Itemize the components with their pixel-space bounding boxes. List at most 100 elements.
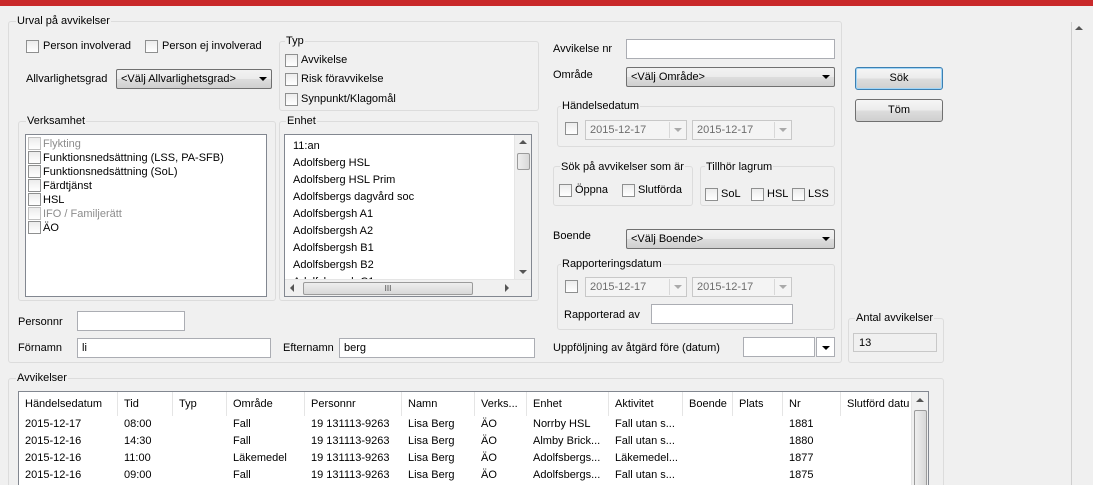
- calendar-dropdown-icon[interactable]: [669, 122, 685, 138]
- enhet-item[interactable]: Adolfsbergsh B1: [293, 241, 374, 255]
- allvarlighetsgrad-select[interactable]: <Välj Allvarlighetsgrad>: [116, 69, 272, 89]
- enhet-item[interactable]: Adolfsbergsh B2: [293, 258, 374, 272]
- lagrum-title: Tillhör lagrum: [705, 161, 774, 173]
- scroll-up-icon[interactable]: [519, 140, 527, 144]
- enhet-item[interactable]: Adolfsbergs dagvård soc: [293, 190, 414, 204]
- col-handelsedatum[interactable]: Händelsedatum: [19, 392, 118, 416]
- rapporteringsdatum-checkbox[interactable]: [565, 280, 578, 293]
- verksamhet-item[interactable]: HSL: [28, 193, 64, 207]
- col-personnr[interactable]: Personnr: [305, 392, 402, 416]
- hsl-checkbox[interactable]: [751, 188, 764, 201]
- verksamhet-checkbox[interactable]: [28, 137, 41, 150]
- table-row[interactable]: 2015-12-16 09:00 Fall 19 131113-9263 Lis…: [19, 467, 913, 484]
- rapporterad-av-input[interactable]: [651, 304, 793, 324]
- verksamhet-item[interactable]: Funktionsnedsättning (LSS, PA-SFB): [28, 151, 224, 165]
- cell-boende: [683, 433, 733, 450]
- enhet-item[interactable]: Adolfsberg HSL Prim: [293, 173, 395, 187]
- table-row[interactable]: 2015-12-16 14:30 Fall 19 131113-9263 Lis…: [19, 433, 913, 450]
- handelsedatum-to[interactable]: 2015-12-17: [692, 120, 792, 140]
- lss-checkbox[interactable]: [792, 188, 805, 201]
- col-slutford[interactable]: Slutförd datu: [841, 392, 913, 416]
- verksamhet-checkbox[interactable]: [28, 165, 41, 178]
- scroll-right-icon[interactable]: [505, 284, 509, 292]
- col-nr[interactable]: Nr: [783, 392, 841, 416]
- person-involverad-label: Person involverad: [43, 40, 132, 52]
- typ-avvikelse-checkbox[interactable]: [285, 54, 298, 67]
- avvikelser-vscroll-thumb[interactable]: [914, 410, 927, 485]
- grip-icon: III: [384, 284, 392, 293]
- enhet-item[interactable]: 11:an: [293, 139, 320, 153]
- col-typ[interactable]: Typ: [173, 392, 227, 416]
- typ-title: Typ: [285, 35, 305, 47]
- scroll-down-icon[interactable]: [519, 270, 527, 274]
- avvikelse-nr-input[interactable]: [626, 39, 835, 59]
- cell-tid: 11:00: [124, 452, 151, 464]
- omrade-select[interactable]: <Välj Område>: [626, 67, 835, 87]
- person-involverad-checkbox[interactable]: [26, 40, 39, 53]
- handelsedatum-checkbox[interactable]: [565, 122, 578, 135]
- efternamn-input[interactable]: berg: [339, 338, 535, 358]
- rapp-from[interactable]: 2015-12-17: [585, 277, 687, 297]
- cell-personnr: 19 131113-9263: [311, 452, 390, 464]
- verksamhet-item[interactable]: IFO / Familjerätt: [28, 207, 122, 221]
- person-ej-involverad-checkbox[interactable]: [145, 40, 158, 53]
- col-aktivitet[interactable]: Aktivitet: [609, 392, 683, 416]
- verksamhet-checkbox[interactable]: [28, 193, 41, 206]
- verksamhet-checkbox[interactable]: [28, 179, 41, 192]
- col-boende[interactable]: Boende: [683, 392, 733, 416]
- window-scrollbar[interactable]: [1071, 22, 1085, 485]
- typ-risk-label: Risk föravvikelse: [301, 73, 384, 85]
- fornamn-input[interactable]: li: [77, 338, 271, 358]
- table-row[interactable]: 2015-12-17 08:00 Fall 19 131113-9263 Lis…: [19, 416, 913, 433]
- personnr-input[interactable]: [77, 311, 185, 331]
- verksamhet-list[interactable]: Flykting Funktionsnedsättning (LSS, PA-S…: [25, 134, 267, 297]
- col-verksamhet[interactable]: Verks...: [475, 392, 527, 416]
- verksamhet-item[interactable]: Funktionsnedsättning (SoL): [28, 165, 178, 179]
- col-namn[interactable]: Namn: [402, 392, 475, 416]
- verksamhet-item[interactable]: Flykting: [28, 137, 81, 151]
- enhet-vscrollbar[interactable]: [514, 135, 531, 279]
- enhet-item[interactable]: Adolfsbergsh A1: [293, 207, 373, 221]
- col-enhet[interactable]: Enhet: [527, 392, 609, 416]
- calendar-dropdown-icon[interactable]: [774, 279, 790, 295]
- cell-enhet: Almby Brick...: [533, 435, 601, 447]
- allvarlighetsgrad-label: Allvarlighetsgrad: [26, 73, 108, 85]
- calendar-dropdown-icon[interactable]: [669, 279, 685, 295]
- col-plats[interactable]: Plats: [733, 392, 783, 416]
- enhet-list[interactable]: 11:an Adolfsberg HSL Adolfsberg HSL Prim…: [284, 134, 532, 297]
- enhet-hscroll-thumb[interactable]: III: [303, 282, 473, 295]
- scroll-left-icon[interactable]: [290, 284, 294, 292]
- typ-risk-checkbox[interactable]: [285, 73, 298, 86]
- verksamhet-item[interactable]: ÄO: [28, 221, 59, 235]
- sok-button[interactable]: Sök: [855, 67, 943, 90]
- verksamhet-checkbox[interactable]: [28, 151, 41, 164]
- oppna-checkbox[interactable]: [559, 184, 572, 197]
- scroll-up-icon[interactable]: [1075, 26, 1083, 30]
- omrade-value: <Välj Område>: [631, 71, 705, 83]
- verksamhet-item[interactable]: Färdtjänst: [28, 179, 92, 193]
- enhet-item[interactable]: Adolfsbergsh A2: [293, 224, 373, 238]
- enhet-hscrollbar[interactable]: III: [285, 279, 531, 296]
- enhet-vscroll-thumb[interactable]: [517, 153, 530, 170]
- avvikelser-vscrollbar[interactable]: [911, 392, 928, 485]
- typ-synpunkt-checkbox[interactable]: [285, 93, 298, 106]
- verksamhet-checkbox[interactable]: [28, 221, 41, 234]
- sol-checkbox[interactable]: [705, 188, 718, 201]
- boende-select[interactable]: <Välj Boende>: [626, 229, 835, 249]
- calendar-dropdown-icon[interactable]: [774, 122, 790, 138]
- slutforda-checkbox[interactable]: [622, 184, 635, 197]
- cell-boende: [683, 467, 733, 484]
- col-omrade[interactable]: Område: [227, 392, 305, 416]
- rapp-to[interactable]: 2015-12-17: [692, 277, 792, 297]
- tom-button[interactable]: Töm: [855, 99, 943, 122]
- col-tid[interactable]: Tid: [118, 392, 173, 416]
- uppfoljning-dropdown[interactable]: [816, 337, 835, 357]
- uppfoljning-input[interactable]: [743, 337, 815, 357]
- avvikelser-table[interactable]: Händelsedatum Tid Typ Område Personnr Na…: [18, 391, 929, 485]
- table-row[interactable]: 2015-12-16 11:00 Läkemedel 19 131113-926…: [19, 450, 913, 467]
- antal-value: 13: [853, 333, 937, 352]
- scroll-up-icon[interactable]: [916, 398, 924, 402]
- handelsedatum-from[interactable]: 2015-12-17: [585, 120, 687, 140]
- verksamhet-checkbox[interactable]: [28, 207, 41, 220]
- enhet-item[interactable]: Adolfsberg HSL: [293, 156, 370, 170]
